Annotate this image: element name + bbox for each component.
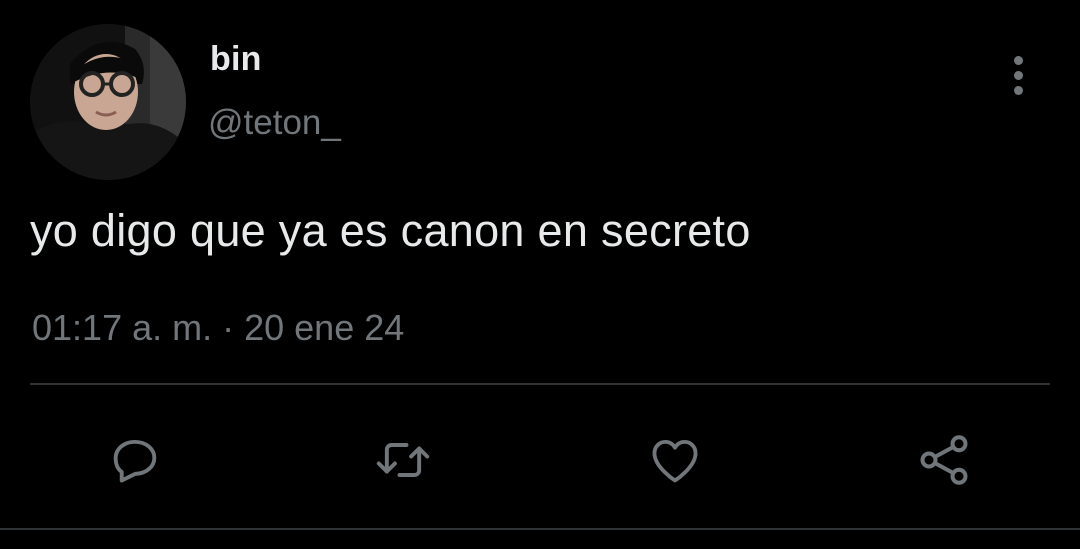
reply-button[interactable] — [105, 430, 165, 490]
tweet-timestamp: 01:17 a. m. · 20 ene 24 — [32, 307, 404, 349]
share-icon — [920, 435, 968, 485]
divider — [30, 383, 1050, 385]
retweet-button[interactable] — [373, 430, 433, 490]
heart-icon — [652, 439, 698, 483]
more-vertical-icon — [1013, 55, 1023, 65]
more-options-button[interactable] — [998, 50, 1038, 100]
tweet-date[interactable]: 20 ene 24 — [244, 307, 404, 348]
author-display-name[interactable]: bin — [210, 40, 262, 79]
reply-icon — [113, 439, 157, 483]
like-button[interactable] — [645, 430, 705, 490]
avatar-image — [30, 24, 186, 180]
share-button[interactable] — [914, 430, 974, 490]
avatar[interactable] — [30, 24, 186, 180]
author-handle[interactable]: @teton_ — [208, 103, 341, 143]
tweet-text: yo digo que ya es canon en secreto — [30, 205, 751, 256]
retweet-icon — [376, 443, 430, 477]
timestamp-separator: · — [222, 307, 235, 348]
more-vertical-icon-dot — [1013, 70, 1023, 80]
divider-bottom — [0, 528, 1080, 530]
more-vertical-icon-dot — [1013, 85, 1023, 95]
tweet-time[interactable]: 01:17 a. m. — [32, 307, 212, 348]
